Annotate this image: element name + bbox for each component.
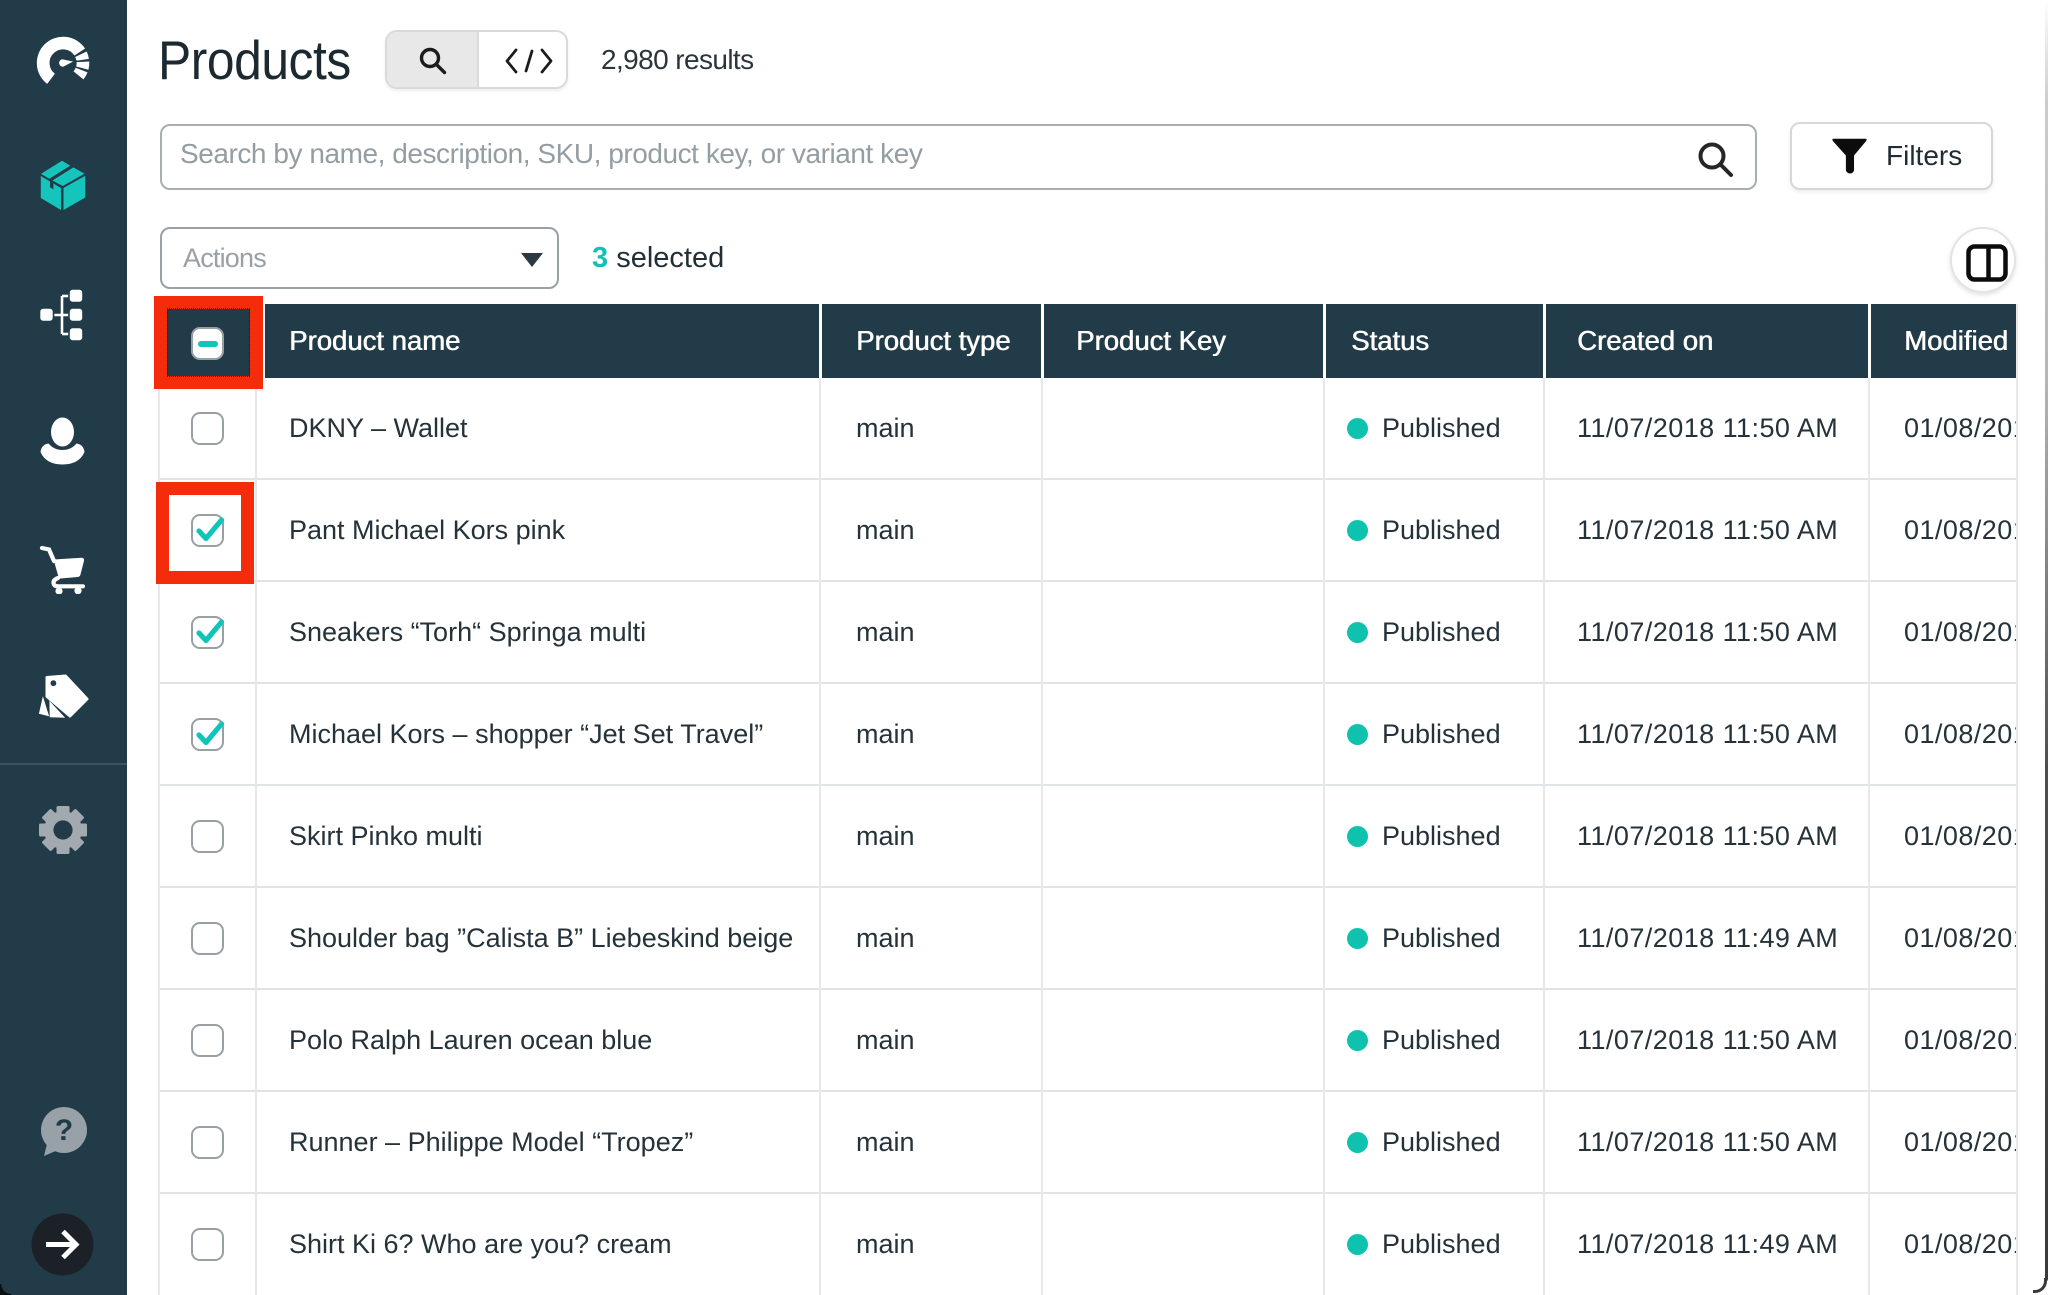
svg-text:?: ? xyxy=(55,1114,73,1147)
